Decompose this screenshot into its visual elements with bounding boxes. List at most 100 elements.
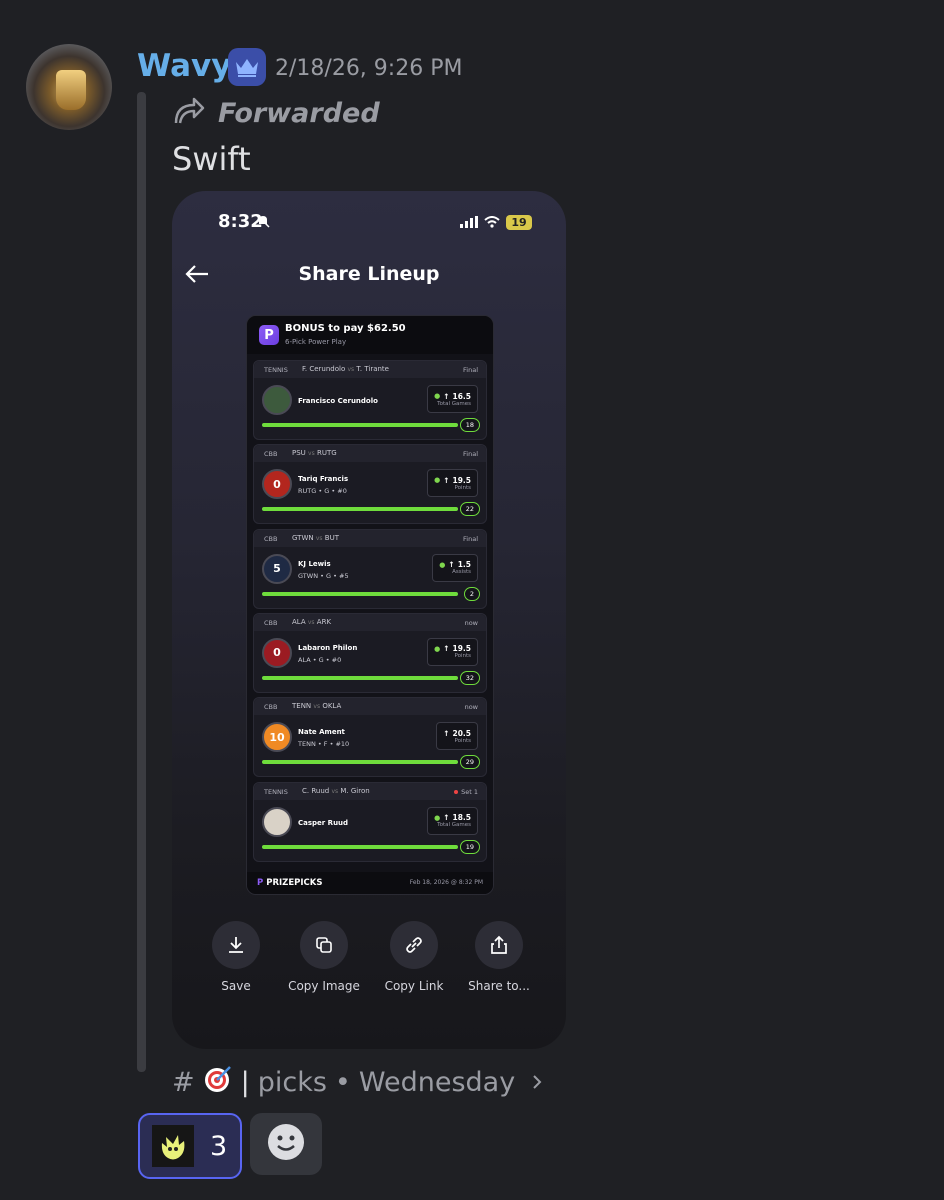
arrow-up-icon: ↑	[443, 728, 450, 738]
arrow-up-icon: ↑	[443, 644, 450, 654]
projection-value: 18.5	[452, 813, 471, 822]
game-status: Set 1	[454, 788, 478, 796]
channel-link[interactable]: # | picks • Wednesday	[172, 1064, 543, 1101]
player-avatar: 0	[262, 469, 292, 500]
progress-bar	[262, 844, 458, 849]
pick-row: CBB ALA vs ARK now 0 Labaron Philon ALA • G •…	[253, 612, 487, 693]
projection-value: 19.5	[452, 644, 471, 654]
home-team: GTWN	[292, 533, 314, 542]
player-name: Francisco Cerundolo	[298, 397, 378, 405]
projection-line: ↑ 20.5	[443, 729, 471, 738]
game-status: Final	[463, 366, 478, 374]
stat-type: Assists	[452, 569, 471, 576]
arrow-up-icon: ↑	[448, 560, 455, 570]
chevron-right-icon	[531, 1067, 543, 1098]
projection-line: ● ↑ 1.5	[439, 560, 471, 569]
pick-header: CBB ALA vs ARK now	[254, 613, 486, 631]
footer-brand: P PRIZEPICKS	[257, 878, 322, 888]
projection-box: ↑ 20.5 Points	[436, 722, 478, 751]
away-team: RUTG	[316, 449, 337, 458]
away-team: T. Tirante	[356, 365, 389, 373]
reaction-button[interactable]: 3	[138, 1113, 242, 1179]
shared-screenshot[interactable]: 8:32 19 Share Lineup P BONUS to pay $62.…	[172, 191, 566, 1049]
forwarded-label: Forwarded	[172, 95, 380, 132]
sport-label: CBB	[264, 703, 278, 712]
progress-bar	[262, 675, 458, 680]
goblin-icon: ●	[434, 392, 441, 400]
copy-link-label: Copy Link	[384, 979, 444, 993]
pick-row: TENNIS C. Ruud vs M. Giron Set 1 Casper Ruu…	[253, 781, 487, 862]
channel-day: Wednesday	[358, 1067, 516, 1098]
away-team: OKLA	[322, 702, 342, 711]
away-team: M. Giron	[340, 786, 370, 795]
link-icon[interactable]	[390, 921, 438, 969]
pick-row: TENNIS F. Cerundolo vs T. Tirante Final Fra…	[253, 360, 487, 440]
player-avatar: 5	[262, 553, 292, 584]
download-icon[interactable]	[212, 921, 260, 969]
username[interactable]: Wavy	[137, 48, 231, 84]
copy-image-label: Copy Image	[288, 979, 360, 993]
projection-value: 19.5	[452, 475, 471, 485]
avatar-trophy-image	[56, 70, 86, 110]
projection-box: ● ↑ 19.5 Points	[427, 637, 478, 666]
copy-icon[interactable]	[300, 921, 348, 969]
share-to-label: Share to...	[468, 979, 530, 993]
wifi-icon	[484, 213, 500, 232]
dart-target-icon	[203, 1064, 233, 1101]
player-name: KJ Lewis	[298, 559, 331, 568]
player-name: Tariq Francis	[298, 475, 349, 484]
projection-box: ● ↑ 16.5 Total Games	[427, 385, 478, 413]
channel-separator: |	[240, 1067, 250, 1098]
channel-name: picks	[257, 1067, 327, 1098]
progress-bar	[262, 423, 458, 427]
copy-image-button[interactable]: Copy Image	[279, 921, 369, 993]
arrow-up-icon: ↑	[443, 391, 450, 401]
flame-emoji-icon	[152, 1125, 194, 1167]
game-status: Final	[463, 535, 478, 543]
progress-bar	[262, 591, 458, 596]
share-to-button[interactable]: Share to...	[454, 921, 544, 993]
matchup: C. Ruud vs M. Giron	[302, 787, 370, 795]
bell-muted-icon	[256, 213, 270, 232]
projection-line: ● ↑ 19.5	[434, 476, 471, 485]
projection-line: ● ↑ 19.5	[434, 644, 471, 653]
player-avatar: 0	[262, 637, 292, 668]
reaction-count: 3	[210, 1130, 228, 1162]
live-dot-icon	[454, 789, 459, 794]
actual-value: 2	[463, 586, 480, 601]
message-text: Swift	[172, 140, 251, 178]
sport-label: TENNIS	[264, 366, 288, 374]
share-icon[interactable]	[475, 921, 523, 969]
projection-value: 1.5	[457, 560, 471, 570]
arrow-up-icon: ↑	[443, 813, 450, 822]
play-type: 6-Pick Power Play	[285, 338, 347, 346]
projection-line: ● ↑ 18.5	[434, 813, 471, 822]
signal-icon	[460, 213, 478, 232]
progress-bar	[262, 507, 458, 512]
player-avatar: 10	[262, 722, 292, 753]
sport-label: CBB	[264, 618, 278, 627]
prizepicks-logo-icon: P	[259, 325, 279, 345]
user-avatar[interactable]	[26, 44, 112, 130]
status-text: now	[464, 618, 478, 627]
actual-value: 32	[459, 670, 480, 685]
home-team: TENN	[292, 702, 312, 711]
goblin-icon: ●	[434, 813, 441, 822]
smiley-icon	[267, 1123, 305, 1165]
save-button[interactable]: Save	[191, 921, 281, 993]
vs-label: vs	[308, 450, 315, 458]
bonus-text: BONUS to pay $62.50	[285, 323, 406, 334]
sport-label: CBB	[264, 450, 278, 459]
pick-header: CBB GTWN vs BUT Final	[254, 529, 486, 547]
arrow-up-icon: ↑	[443, 475, 450, 485]
add-reaction-button[interactable]	[250, 1113, 322, 1175]
stat-type: Points	[454, 737, 471, 744]
away-team: ARK	[316, 617, 332, 626]
battery-icon: 19	[506, 215, 532, 230]
sport-label: TENNIS	[264, 787, 288, 796]
vs-label: vs	[347, 366, 355, 373]
copy-link-button[interactable]: Copy Link	[369, 921, 459, 993]
stat-type: Points	[454, 653, 471, 660]
crown-icon[interactable]	[228, 48, 266, 86]
progress-bar	[262, 760, 458, 765]
